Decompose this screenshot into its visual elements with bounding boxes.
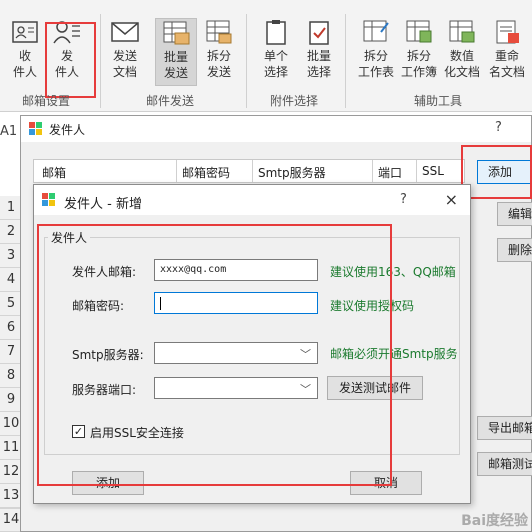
sheet-split-icon (361, 18, 391, 46)
app-window-icon (42, 193, 56, 207)
sender-highlight (45, 22, 96, 98)
row-header: 3 (0, 244, 22, 268)
app-window-icon (29, 122, 43, 136)
form-highlight (37, 224, 392, 486)
row-header: 1 (0, 196, 22, 220)
batch-send-label-1: 批量 (163, 50, 188, 64)
rename-label-1: 重命 (494, 49, 519, 63)
edit-sender-button[interactable]: 编辑 (497, 202, 532, 226)
group-mailbox-settings: 邮箱设置 (22, 94, 71, 108)
split-book-button[interactable]: 拆分 工作簿 (398, 18, 440, 86)
row-header: 13 (0, 484, 22, 508)
num-to-text-label-1: 数值 (449, 49, 474, 63)
table-envelope-icon (161, 19, 191, 47)
book-split-icon (404, 18, 434, 46)
row-header: 11 (0, 436, 22, 460)
sender-list-header: 邮箱 邮箱密码 Smtp服务器 端口 SSL (33, 159, 465, 183)
split-sheet-button[interactable]: 拆分 工作表 (355, 18, 397, 86)
group-mail-send: 邮件发送 (146, 94, 195, 108)
checklist-icon (304, 18, 334, 46)
split-sheet-label-1: 拆分 (363, 49, 388, 63)
send-doc-button[interactable]: 发送 文档 (104, 18, 146, 86)
ribbon: 收 件人 发 件人 发送 文档 批量 发送 拆分 发送 单个 选择 批量 选择 … (0, 0, 532, 112)
number-sheet-icon (447, 18, 477, 46)
row-header: 6 (0, 316, 22, 340)
test-mailbox-button[interactable]: 邮箱测试 (477, 452, 532, 476)
row-header: 5 (0, 292, 22, 316)
export-mailbox-button[interactable]: 导出邮箱 (477, 416, 532, 440)
add-button-highlight (461, 145, 532, 199)
sender-dialog-title: 发件人 (49, 123, 86, 137)
new-sender-title: 发件人 - 新增 (64, 197, 142, 212)
rename-button[interactable]: 重命 名文档 (484, 18, 530, 86)
batch-send-label-2: 发送 (163, 66, 188, 80)
batch-select-label-1: 批量 (306, 49, 331, 63)
row-header: 9 (0, 388, 22, 412)
row-header: 7 (0, 340, 22, 364)
envelope-icon (110, 18, 140, 46)
contact-card-icon (10, 18, 40, 46)
receiver-button[interactable]: 收 件人 (4, 18, 46, 86)
send-doc-label-1: 发送 (112, 49, 137, 63)
split-send-label-1: 拆分 (206, 49, 231, 63)
batch-select-button[interactable]: 批量 选择 (298, 18, 340, 86)
help-icon[interactable]: ? (400, 192, 407, 207)
rename-doc-icon (492, 18, 522, 46)
ribbon-separator (246, 14, 247, 108)
batch-send-button[interactable]: 批量 发送 (155, 18, 197, 86)
single-select-button[interactable]: 单个 选择 (255, 18, 297, 86)
group-attachment-select: 附件选择 (270, 94, 319, 108)
split-table-icon (204, 18, 234, 46)
row-header: 12 (0, 460, 22, 484)
column-port[interactable]: 端口 (378, 164, 402, 181)
clipboard-icon (261, 18, 291, 46)
row-header: 8 (0, 364, 22, 388)
sender-dialog-titlebar: 发件人 ? (21, 116, 531, 142)
group-helper-tools: 辅助工具 (414, 94, 463, 108)
watermark: Bai度经验 (461, 513, 528, 529)
single-select-label-1: 单个 (263, 49, 288, 63)
split-book-label-2: 工作簿 (400, 65, 437, 79)
receiver-label-2: 件人 (12, 65, 37, 79)
single-select-label-2: 选择 (263, 65, 288, 79)
row-header: 4 (0, 268, 22, 292)
column-email[interactable]: 邮箱 (42, 164, 66, 181)
num-to-text-label-2: 化文档 (443, 65, 480, 79)
row-header: 14 (0, 508, 22, 532)
batch-select-label-2: 选择 (306, 65, 331, 79)
ribbon-separator (345, 14, 346, 108)
receiver-label-1: 收 (18, 49, 31, 63)
column-password[interactable]: 邮箱密码 (182, 164, 230, 181)
delete-sender-button[interactable]: 删除 (497, 238, 532, 262)
column-ssl[interactable]: SSL (422, 164, 444, 178)
close-icon[interactable]: × (445, 190, 458, 209)
row-header: 2 (0, 220, 22, 244)
split-book-label-1: 拆分 (406, 49, 431, 63)
split-sheet-label-2: 工作表 (357, 65, 394, 79)
new-sender-titlebar: 发件人 - 新增 ? × (34, 185, 470, 215)
split-send-label-2: 发送 (206, 65, 231, 79)
help-icon[interactable]: ? (495, 120, 502, 135)
cell-ref: A1 (0, 124, 18, 139)
row-header: 10 (0, 412, 22, 436)
rename-label-2: 名文档 (488, 65, 525, 79)
split-send-button[interactable]: 拆分 发送 (198, 18, 240, 86)
ribbon-separator (100, 14, 101, 108)
column-smtp[interactable]: Smtp服务器 (258, 164, 326, 181)
num-to-text-button[interactable]: 数值 化文档 (441, 18, 483, 86)
send-doc-label-2: 文档 (112, 65, 137, 79)
